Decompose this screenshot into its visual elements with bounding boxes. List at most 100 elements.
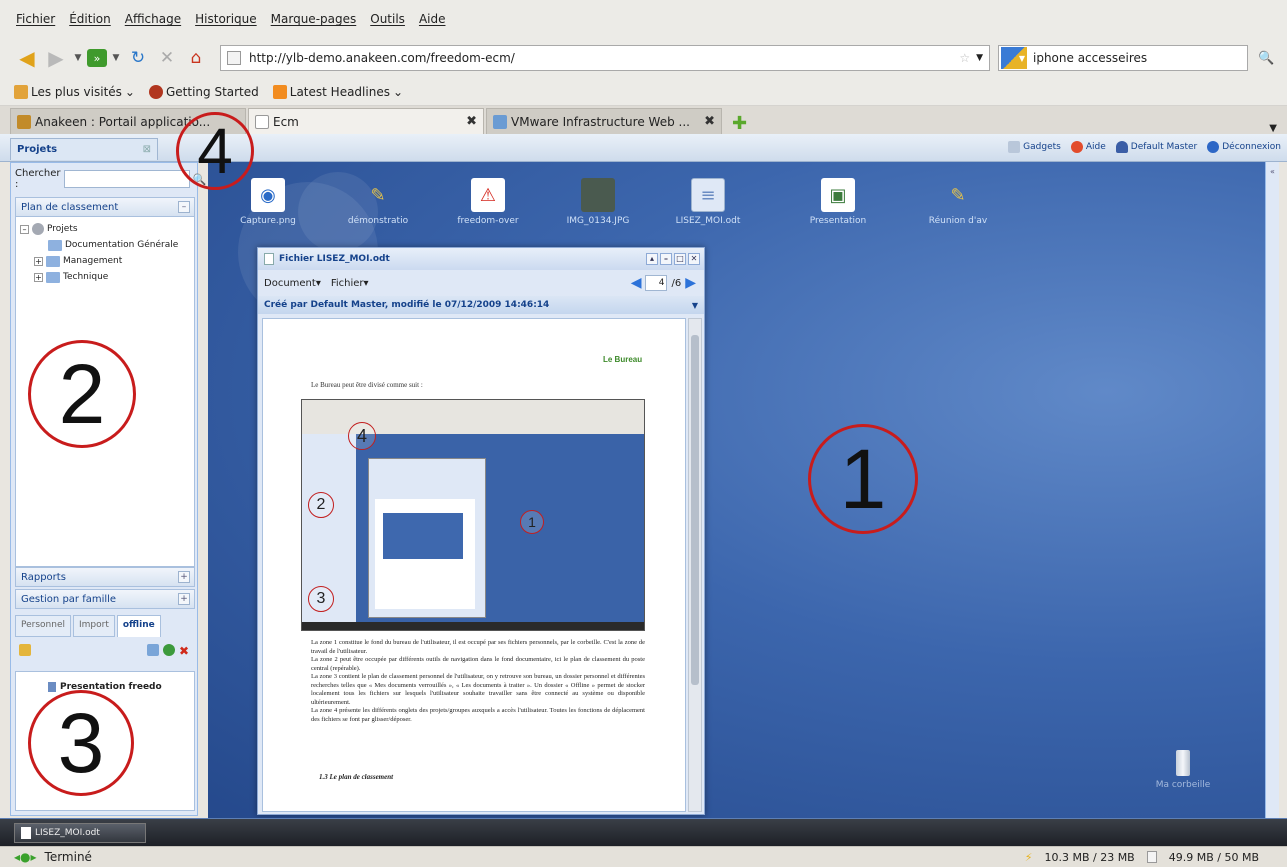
stop-icon[interactable]: ✕ (154, 45, 180, 71)
bookmarks-bar: Les plus visités ⌄ Getting Started Latest… (0, 78, 1287, 106)
tab-personnel[interactable]: Personnel (15, 615, 71, 637)
menu-historique[interactable]: Historique (195, 12, 257, 26)
desktop[interactable]: ◉ Capture.png ✎ démonstratio ⚠ freedom-o… (208, 162, 1265, 818)
delete-icon[interactable]: ✖ (179, 644, 191, 658)
expand-icon[interactable]: + (34, 272, 43, 282)
folder-icon (48, 239, 62, 251)
expand-icon[interactable]: + (34, 256, 43, 266)
scrollbar-thumb[interactable] (691, 335, 699, 685)
search-input[interactable]: iphone accesseires (1027, 51, 1247, 65)
menu-affichage[interactable]: Affichage (125, 12, 181, 26)
desktop-icon-capture[interactable]: ◉ Capture.png (218, 178, 318, 226)
tab-ecm[interactable]: Ecm ✖ (248, 108, 484, 134)
user-icon (1115, 141, 1128, 153)
panel-header-plan[interactable]: Plan de classement – (15, 197, 195, 217)
collapse-icon[interactable]: – (178, 201, 190, 213)
pin-icon[interactable]: ▴ (646, 253, 658, 265)
desktop-icon-presentation[interactable]: ▣ Presentation (788, 178, 888, 226)
document-scrollbar[interactable] (688, 318, 702, 812)
bookmark-star-icon[interactable]: ☆ (959, 51, 970, 65)
forward-icon[interactable]: ▶ (43, 45, 69, 71)
tree-node-documentation[interactable]: Documentation Générale (16, 237, 194, 253)
desktop-icon-img[interactable]: IMG_0134.JPG (548, 178, 648, 226)
minimize-icon[interactable]: – (660, 253, 672, 265)
reload-icon[interactable]: ↻ (125, 45, 151, 71)
trash[interactable]: Ma corbeille (1148, 750, 1218, 790)
help-button[interactable]: Aide (1070, 141, 1106, 153)
document-menu[interactable]: Document▾ (264, 278, 321, 289)
addon-dropdown-icon[interactable]: ▼ (110, 45, 122, 71)
bookmark-getting-started[interactable]: Getting Started (148, 84, 259, 99)
tab-anakeen[interactable]: Anakeen : Portail applicatio... (10, 108, 246, 134)
sidebar-search-input[interactable] (64, 170, 191, 188)
close-tab-icon[interactable]: ✖ (704, 114, 715, 129)
panel-header-reports[interactable]: Rapports + (15, 567, 195, 587)
tree-label: Documentation Générale (65, 240, 179, 250)
desktop-icon-label: démonstratio (347, 216, 409, 226)
close-icon[interactable]: ⊠ (143, 144, 151, 155)
sync-icon[interactable] (163, 644, 175, 656)
bookmark-most-visited[interactable]: Les plus visités ⌄ (14, 84, 135, 99)
menu-fichier[interactable]: Fichier (16, 12, 55, 26)
right-collapse-strip[interactable]: « (1265, 162, 1279, 818)
addon-icon[interactable]: » (87, 49, 107, 67)
panel-header-family[interactable]: Gestion par famille + (15, 589, 195, 609)
expand-icon[interactable]: + (178, 593, 190, 605)
tab-label: VMware Infrastructure Web ... (511, 114, 690, 129)
logout-button[interactable]: Déconnexion (1207, 141, 1281, 153)
taskbar-item-label: LISEZ_MOI.odt (35, 828, 100, 838)
menu-aide[interactable]: Aide (419, 12, 446, 26)
save-icon[interactable] (147, 644, 159, 656)
bookmark-latest-headlines[interactable]: Latest Headlines ⌄ (272, 84, 403, 99)
memory-indicators: ⚡ 10.3 MB / 23 MB 49.9 MB / 50 MB (1025, 851, 1259, 864)
offline-item[interactable]: Presentation freedo (60, 682, 162, 810)
add-folder-icon[interactable] (19, 644, 31, 656)
tree-node-management[interactable]: + Management (16, 253, 194, 269)
desktop-icon-freedom[interactable]: ⚠ freedom-over (438, 178, 538, 226)
offline-toolbar: ✖ (15, 639, 195, 661)
next-page-icon[interactable]: ▶ (685, 275, 696, 291)
user-button[interactable]: Default Master (1115, 141, 1197, 153)
desktop-icon-reunion[interactable]: ✎ Réunion d'av (908, 178, 1008, 227)
desktop-icon-lisez-moi[interactable]: ≡ LISEZ_MOI.odt (658, 178, 758, 226)
document-icon (264, 253, 274, 265)
tab-projets[interactable]: Projets ⊠ (10, 138, 158, 160)
previous-page-icon[interactable]: ◀ (631, 275, 642, 291)
url-dropdown-icon[interactable]: ▼ (976, 53, 983, 63)
menu-marque-pages[interactable]: Marque-pages (271, 12, 357, 26)
taskbar-item[interactable]: LISEZ_MOI.odt (14, 823, 146, 843)
collapse-icon[interactable]: « (1270, 167, 1275, 818)
back-icon[interactable]: ◀ (14, 45, 40, 71)
page-total: /6 (671, 277, 682, 289)
search-engine-icon[interactable]: ▼ (1001, 47, 1027, 69)
chevron-down-icon[interactable]: ▼ (692, 301, 698, 310)
tab-offline[interactable]: offline (116, 615, 161, 637)
collapse-icon[interactable]: – (20, 224, 29, 234)
tab-vmware[interactable]: VMware Infrastructure Web ... ✖ (486, 108, 722, 134)
maximize-icon[interactable]: □ (674, 253, 686, 265)
search-icon[interactable]: 🔍 (192, 173, 206, 186)
tree-node-projets[interactable]: – Projets (16, 221, 194, 237)
gadgets-label: Gadgets (1023, 142, 1061, 152)
desktop-icon-demonstration[interactable]: ✎ démonstratio (328, 178, 428, 227)
list-tabs-icon[interactable]: ▼ (1269, 123, 1277, 134)
window-titlebar[interactable]: Fichier LISEZ_MOI.odt ▴ – □ ✕ (258, 248, 704, 270)
tree-node-technique[interactable]: + Technique (16, 269, 194, 285)
tree-label: Technique (63, 272, 109, 282)
close-tab-icon[interactable]: ✖ (466, 114, 477, 129)
gadgets-button[interactable]: Gadgets (1008, 141, 1061, 153)
menu-outils[interactable]: Outils (370, 12, 405, 26)
page-input[interactable]: 4 (645, 275, 668, 291)
home-icon[interactable]: ⌂ (183, 45, 209, 71)
expand-icon[interactable]: + (178, 571, 190, 583)
menu-edition[interactable]: Édition (69, 12, 111, 26)
url-bar[interactable]: http://ylb-demo.anakeen.com/freedom-ecm/… (220, 45, 990, 71)
tab-label: Anakeen : Portail applicatio... (35, 114, 211, 129)
tab-import[interactable]: Import (73, 615, 115, 637)
new-tab-icon[interactable]: ✚ (732, 113, 747, 134)
close-icon[interactable]: ✕ (688, 253, 700, 265)
history-dropdown-icon[interactable]: ▼ (72, 45, 84, 71)
fichier-menu[interactable]: Fichier▾ (331, 278, 369, 289)
search-icon[interactable]: 🔍 (1258, 51, 1274, 66)
search-bar[interactable]: ▼ iphone accesseires (998, 45, 1248, 71)
